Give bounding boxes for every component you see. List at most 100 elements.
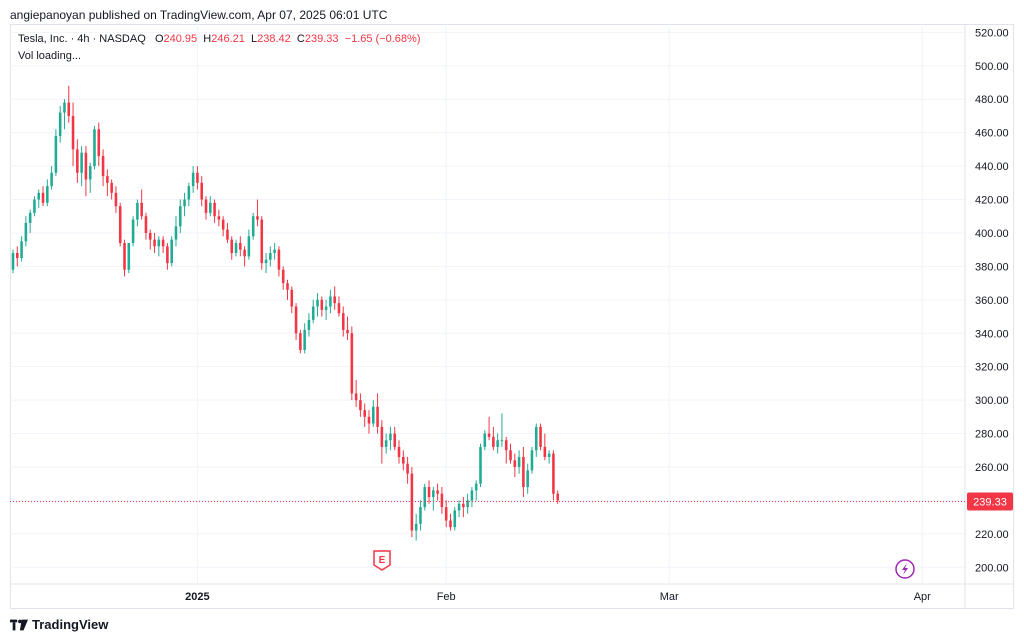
y-tick-label: 480.00 [975, 94, 1009, 106]
candle-body [114, 192, 118, 207]
lightning-event-icon[interactable] [895, 559, 915, 579]
candle-body [33, 199, 36, 213]
candle-body [251, 216, 255, 237]
candle-body [517, 456, 521, 467]
footer-brand[interactable]: TradingView [10, 617, 108, 632]
candle-body [71, 115, 75, 150]
candle-body [67, 102, 71, 116]
candle-body [414, 523, 418, 531]
legend-close-label: C [296, 33, 305, 45]
candle-body [410, 473, 414, 531]
price-chart[interactable]: 200.00220.00240.00260.00280.00300.00320.… [10, 24, 1014, 609]
candle-body [286, 283, 289, 290]
candle-body [299, 333, 302, 350]
candle-body [106, 176, 109, 183]
candle-body [54, 136, 58, 173]
candle-body [273, 249, 276, 254]
candle-body [20, 241, 23, 259]
candle-body [367, 416, 371, 424]
candle-body [534, 426, 538, 451]
candle-body [530, 450, 534, 471]
candle-body [88, 166, 92, 180]
candle-body [80, 152, 83, 173]
candle-body [341, 313, 345, 330]
y-tick-label: 380.00 [975, 261, 1009, 273]
legend-symbol: Tesla, Inc. · 4h · NASDAQ [18, 33, 146, 45]
y-tick-label: 300.00 [975, 395, 1009, 407]
candle-body [277, 249, 281, 270]
candle-body [432, 490, 435, 498]
candle-body [93, 129, 96, 167]
legend-low-value: 238.42 [257, 33, 291, 45]
candle-body [243, 249, 246, 257]
candle-body [144, 216, 148, 233]
candle-body [470, 490, 474, 501]
candle-body [127, 242, 131, 270]
candle-body [183, 199, 186, 207]
candle-body [509, 450, 512, 461]
candle-body [28, 212, 32, 223]
candle-body [346, 329, 349, 334]
candle-body [449, 520, 452, 528]
candle-body [359, 400, 362, 411]
candle-body [46, 186, 49, 203]
candle-body [157, 239, 161, 247]
y-tick-label: 280.00 [975, 429, 1009, 441]
y-tick-label: 200.00 [975, 562, 1009, 574]
candle-body [539, 426, 542, 447]
y-tick-label: 260.00 [975, 462, 1009, 474]
candle-body [474, 483, 478, 491]
earnings-event-icon[interactable]: E [373, 550, 391, 571]
candle-body [363, 410, 366, 417]
legend-close-value: 239.33 [304, 33, 339, 45]
candle-body [526, 470, 529, 488]
candle-body [200, 182, 204, 200]
candle-body [161, 239, 165, 247]
y-tick-label: 400.00 [975, 228, 1009, 240]
candle-body [543, 446, 547, 457]
candle-body [84, 152, 88, 180]
candle-body [58, 112, 62, 136]
candle-body [354, 393, 358, 401]
candle-body [483, 433, 487, 447]
candle-body [209, 202, 212, 213]
candle-body [487, 433, 491, 437]
candle-body [333, 296, 336, 304]
tradingview-logo-icon [10, 619, 28, 630]
volume-status: Vol loading... [18, 50, 81, 62]
candle-body [247, 236, 251, 257]
candle-body [41, 192, 45, 203]
candle-body [376, 406, 379, 427]
candle-body [170, 239, 173, 264]
candle-body [101, 156, 105, 177]
candle-body [97, 129, 101, 157]
publisher-credit: angiepanoyan published on TradingView.co… [10, 8, 388, 22]
candle-body [191, 172, 195, 187]
candle-body [496, 440, 499, 447]
y-tick-label: 420.00 [975, 195, 1009, 207]
candle-body [37, 192, 41, 200]
legend-open-value: 240.95 [163, 33, 198, 45]
candle-body [324, 306, 328, 310]
candle-body [462, 503, 465, 508]
candle-body [329, 296, 332, 307]
candle-body [311, 306, 315, 320]
y-tick-label: 360.00 [975, 295, 1009, 307]
candle-body [389, 433, 392, 441]
candle-body [453, 510, 457, 528]
candle-body [24, 222, 28, 242]
candle-body [110, 182, 113, 193]
candle-body [406, 463, 409, 474]
candle-body [256, 216, 259, 220]
y-tick-label: 460.00 [975, 128, 1009, 140]
x-tick-label: Mar [660, 591, 679, 603]
candle-body [166, 246, 169, 264]
last-price-label: 239.33 [973, 497, 1007, 509]
candle-body [136, 202, 139, 220]
candle-body [140, 202, 143, 217]
candle-body [436, 490, 439, 494]
legend-change: −1.65 (−0.68%) [344, 33, 421, 45]
candle-body [213, 202, 216, 217]
candle-body [371, 406, 375, 424]
candle-body [547, 453, 551, 457]
